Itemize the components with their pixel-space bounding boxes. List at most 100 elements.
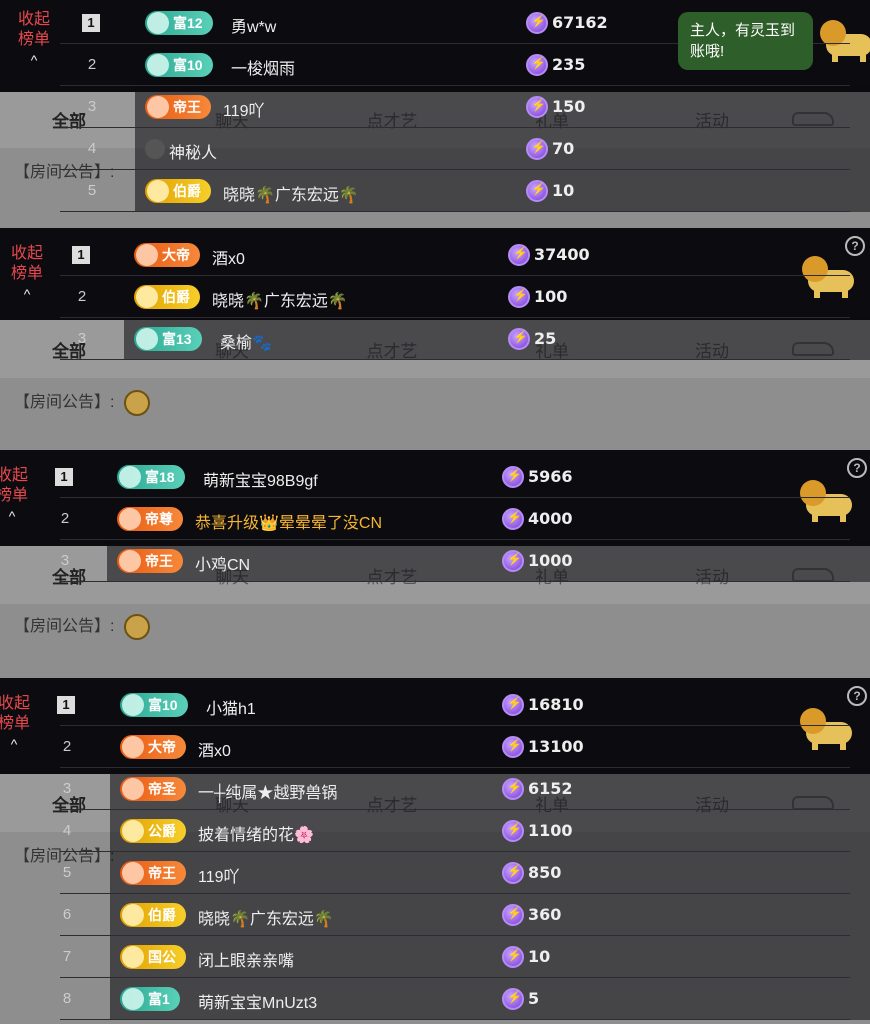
username[interactable]: 勇w*w — [231, 13, 276, 37]
lightning-gem-icon — [508, 286, 530, 308]
badge-label: 富10 — [173, 57, 203, 73]
badge-label: 富18 — [145, 469, 175, 485]
badge-emblem-icon — [122, 820, 144, 842]
rank-number: 7 — [62, 948, 72, 965]
username[interactable]: 一┼纯属★越野兽锅 — [198, 779, 337, 803]
username[interactable]: 萌新宝宝98B9gf — [203, 467, 318, 491]
username[interactable]: 119吖 — [198, 863, 240, 887]
level-badge: 帝王 — [120, 861, 186, 885]
leaderboard-row[interactable]: 4 神秘人 70 — [0, 128, 870, 170]
rank-number: 3 — [77, 330, 87, 347]
badge-emblem-icon — [136, 328, 158, 350]
username[interactable]: 晓晓🌴广东宏远🌴 — [212, 287, 348, 311]
level-badge: 帝圣 — [120, 777, 186, 801]
leaderboard-row[interactable]: 7 国公 闭上眼亲亲嘴 10 — [0, 936, 870, 978]
username[interactable]: 恭喜升级👑晕晕晕了没CN — [195, 509, 382, 533]
level-badge: 富1 — [120, 987, 180, 1011]
rank-number: 1 — [55, 468, 73, 486]
rank-number: 3 — [62, 780, 72, 797]
username[interactable]: 披着情绪的花🌸 — [198, 821, 314, 845]
contribution-value: 850 — [528, 863, 562, 882]
leaderboard-row[interactable]: 2 大帝 酒x0 13100 — [0, 726, 870, 768]
badge-label: 帝尊 — [145, 511, 173, 527]
rank-number: 3 — [87, 98, 97, 115]
username[interactable]: 萌新宝宝MnUzt3 — [198, 989, 317, 1013]
username[interactable]: 桑榆🐾 — [220, 329, 272, 353]
grin-emoji-icon — [124, 389, 151, 416]
rank-number: 2 — [60, 510, 70, 527]
row-backdrop — [135, 128, 870, 170]
leaderboard-row[interactable]: 1 大帝 酒x0 37400 — [0, 234, 870, 276]
badge-emblem-icon — [147, 12, 169, 34]
username[interactable]: 酒x0 — [198, 737, 231, 761]
lightning-gem-icon — [502, 904, 524, 926]
username[interactable]: 酒x0 — [212, 245, 245, 269]
contribution-value: 37400 — [534, 245, 590, 264]
contribution-value: 5966 — [528, 467, 573, 486]
level-badge: 富13 — [134, 327, 202, 351]
badge-emblem-icon — [119, 550, 141, 572]
badge-label: 富10 — [148, 697, 178, 713]
lightning-gem-icon — [526, 138, 548, 160]
badge-label: 帝王 — [145, 553, 173, 569]
leaderboard-row[interactable]: 3 帝王 小鸡CN 1000 — [0, 540, 870, 582]
lightning-gem-icon — [502, 508, 524, 530]
lightning-gem-icon — [502, 988, 524, 1010]
level-badge: 帝王 — [145, 95, 211, 119]
lightning-gem-icon — [508, 328, 530, 350]
username[interactable]: 晓晓🌴广东宏远🌴 — [198, 905, 334, 929]
contribution-value: 25 — [534, 329, 557, 348]
badge-emblem-icon — [122, 988, 144, 1010]
rank-number: 6 — [62, 906, 72, 923]
rank-number: 1 — [72, 246, 90, 264]
lightning-gem-icon — [502, 736, 524, 758]
lightning-gem-icon — [526, 12, 548, 34]
row-divider — [60, 581, 850, 582]
level-badge: 富10 — [120, 693, 188, 717]
level-badge: 富12 — [145, 11, 213, 35]
room-notice: 【房间公告】: — [0, 604, 870, 678]
leaderboard-row[interactable]: 1 富10 小猫h1 16810 — [0, 684, 870, 726]
contribution-value: 150 — [552, 97, 586, 116]
badge-label: 伯爵 — [162, 289, 190, 305]
badge-emblem-icon — [136, 286, 158, 308]
username[interactable]: 小鸡CN — [195, 551, 250, 575]
rank-number: 2 — [77, 288, 87, 305]
badge-emblem-icon — [122, 736, 144, 758]
badge-emblem-icon — [122, 946, 144, 968]
leaderboard-row[interactable]: 5 帝王 119吖 850 — [0, 852, 870, 894]
level-badge: 帝尊 — [117, 507, 183, 531]
leaderboard-row[interactable]: 3 帝王 119吖 150 — [0, 86, 870, 128]
leaderboard-row[interactable]: 8 富1 萌新宝宝MnUzt3 5 — [0, 978, 870, 1020]
level-badge: 大帝 — [134, 243, 200, 267]
lightning-gem-icon — [502, 466, 524, 488]
lightning-gem-icon — [502, 694, 524, 716]
leaderboard-row[interactable]: 3 富13 桑榆🐾 25 — [0, 318, 870, 360]
level-badge: 大帝 — [120, 735, 186, 759]
username[interactable]: 小猫h1 — [206, 695, 256, 719]
lightning-gem-icon — [502, 862, 524, 884]
leaderboard-row[interactable]: 6 伯爵 晓晓🌴广东宏远🌴 360 — [0, 894, 870, 936]
level-badge: 伯爵 — [120, 903, 186, 927]
level-badge: 富18 — [117, 465, 185, 489]
level-badge: 公爵 — [120, 819, 186, 843]
gift-notification-bubble: 主人，有灵玉到账哦! — [678, 12, 813, 70]
leaderboard-row[interactable]: 1 富18 萌新宝宝98B9gf 5966 — [0, 456, 870, 498]
leaderboard-row[interactable]: 5 伯爵 晓晓🌴广东宏远🌴 10 — [0, 170, 870, 212]
rank-number: 3 — [60, 552, 70, 569]
badge-emblem-icon — [122, 862, 144, 884]
badge-label: 富13 — [162, 331, 192, 347]
lightning-gem-icon — [526, 54, 548, 76]
username[interactable]: 晓晓🌴广东宏远🌴 — [223, 181, 359, 205]
username[interactable]: 一梭烟雨 — [231, 55, 295, 79]
leaderboard-row[interactable]: 3 帝圣 一┼纯属★越野兽锅 6152 — [0, 768, 870, 810]
leaderboard-row[interactable]: 2 伯爵 晓晓🌴广东宏远🌴 100 — [0, 276, 870, 318]
rank-number: 8 — [62, 990, 72, 1007]
username[interactable]: 119吖 — [223, 97, 265, 121]
leaderboard-row[interactable]: 4 公爵 披着情绪的花🌸 1100 — [0, 810, 870, 852]
leaderboard-row[interactable]: 2 帝尊 恭喜升级👑晕晕晕了没CN 4000 — [0, 498, 870, 540]
contribution-value: 1000 — [528, 551, 573, 570]
badge-label: 大帝 — [148, 739, 176, 755]
username[interactable]: 闭上眼亲亲嘴 — [198, 947, 294, 971]
username[interactable]: 神秘人 — [169, 139, 217, 163]
